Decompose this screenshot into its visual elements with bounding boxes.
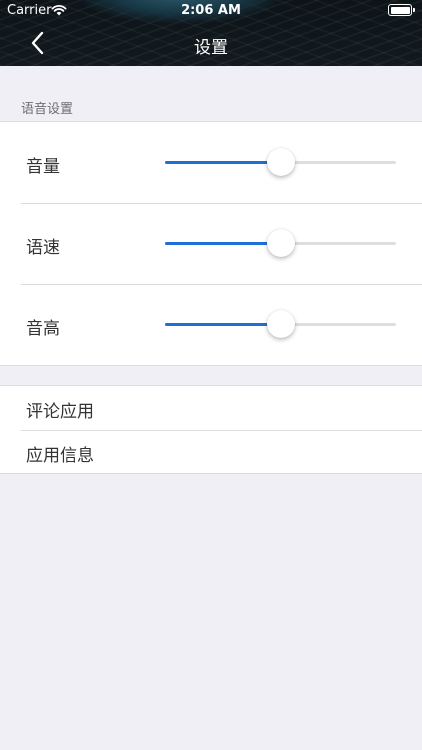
pitch-slider[interactable] xyxy=(165,310,396,338)
volume-slider[interactable] xyxy=(165,148,396,176)
rate-app-item[interactable]: 评论应用 xyxy=(0,386,422,430)
battery-icon xyxy=(388,4,415,16)
voice-settings-group: 音量 语速 音高 xyxy=(0,121,422,366)
slider-track-fill xyxy=(165,242,281,245)
section-header-voice: 语音设置 xyxy=(21,102,74,117)
status-bar: Carrier 2:06 AM xyxy=(0,0,422,22)
volume-label: 音量 xyxy=(26,157,60,177)
speed-slider[interactable] xyxy=(165,229,396,257)
app-info-item[interactable]: 应用信息 xyxy=(0,430,422,474)
page-title: 设置 xyxy=(194,38,228,58)
slider-thumb[interactable] xyxy=(267,310,295,338)
slider-track-fill xyxy=(165,161,281,164)
slider-track-fill xyxy=(165,323,281,326)
rate-app-label: 评论应用 xyxy=(26,402,94,422)
app-info-label: 应用信息 xyxy=(26,446,94,466)
pitch-label: 音高 xyxy=(26,319,60,339)
clock: 2:06 AM xyxy=(181,3,241,18)
volume-row: 音量 xyxy=(0,122,422,203)
header: Carrier 2:06 AM 设置 xyxy=(0,0,422,66)
speed-row: 语速 xyxy=(0,203,422,284)
slider-thumb[interactable] xyxy=(267,148,295,176)
speed-label: 语速 xyxy=(26,238,60,258)
pitch-row: 音高 xyxy=(0,284,422,366)
app-links-group: 评论应用 应用信息 xyxy=(0,385,422,474)
slider-thumb[interactable] xyxy=(267,229,295,257)
